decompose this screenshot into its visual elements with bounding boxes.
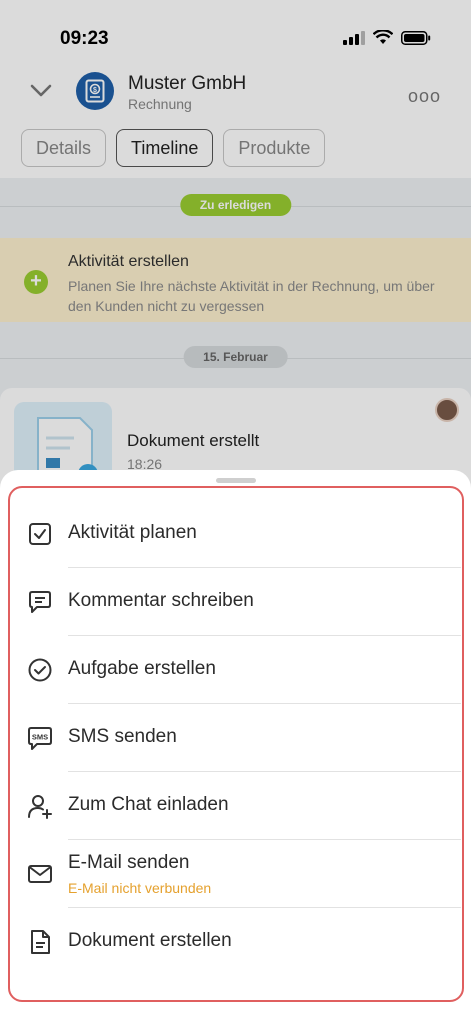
- task-check-icon: [26, 656, 54, 684]
- sheet-drag-handle[interactable]: [216, 478, 256, 483]
- svg-text:SMS: SMS: [32, 733, 48, 742]
- menu-item-aufgabe-erstellen[interactable]: Aufgabe erstellen: [10, 636, 461, 704]
- menu-item-label: E-Mail senden: [68, 852, 190, 873]
- menu-item-aktivitaet-planen[interactable]: Aktivität planen: [10, 500, 461, 568]
- menu-item-sms-senden[interactable]: SMS SMS senden: [10, 704, 461, 772]
- sms-icon: SMS: [26, 724, 54, 752]
- menu-item-label: Kommentar schreiben: [68, 590, 254, 611]
- menu-item-label: Dokument erstellen: [68, 930, 232, 951]
- menu-item-label: Aufgabe erstellen: [68, 658, 216, 679]
- document-icon: [26, 928, 54, 956]
- email-status-warning: E-Mail nicht verbunden: [68, 880, 212, 896]
- menu-item-label: Zum Chat einladen: [68, 794, 229, 815]
- action-sheet: Aktivität planen Kommentar schreiben Auf…: [0, 470, 471, 1024]
- menu-item-dokument-erstellen[interactable]: Dokument erstellen: [10, 908, 461, 976]
- calendar-check-icon: [26, 520, 54, 548]
- menu-item-e-mail-senden[interactable]: E-Mail senden E-Mail nicht verbunden: [10, 840, 461, 908]
- menu-item-label: Aktivität planen: [68, 522, 197, 543]
- menu-item-label: SMS senden: [68, 726, 177, 747]
- menu-item-zum-chat-einladen[interactable]: Zum Chat einladen: [10, 772, 461, 840]
- mail-icon: [26, 860, 54, 888]
- action-menu: Aktivität planen Kommentar schreiben Auf…: [8, 486, 464, 1002]
- add-user-icon: [26, 792, 54, 820]
- menu-item-kommentar-schreiben[interactable]: Kommentar schreiben: [10, 568, 461, 636]
- comment-icon: [26, 588, 54, 616]
